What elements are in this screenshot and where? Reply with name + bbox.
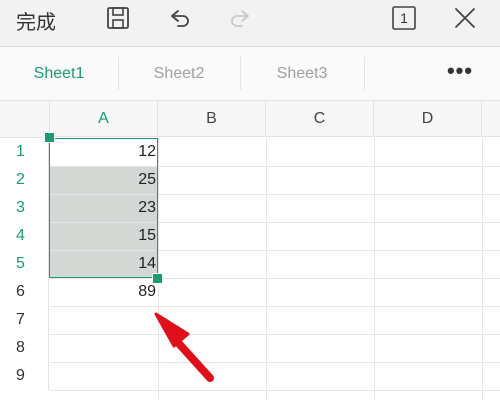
- row-header-8[interactable]: 8: [0, 334, 49, 362]
- row-header-7[interactable]: 7: [0, 306, 49, 334]
- row-divider: [50, 362, 500, 363]
- undo-icon[interactable]: [164, 3, 194, 33]
- redo-icon[interactable]: [226, 3, 256, 33]
- column-header-e[interactable]: [482, 101, 500, 137]
- close-icon[interactable]: [450, 3, 480, 33]
- column-header-a[interactable]: A: [50, 101, 158, 137]
- page-number: 1: [400, 10, 408, 26]
- row-header-4[interactable]: 4: [0, 222, 49, 250]
- row-header-1[interactable]: 1: [0, 138, 49, 166]
- cell-a6[interactable]: 89: [50, 278, 158, 306]
- selection-handle-bottom-right[interactable]: [152, 273, 163, 284]
- selection-border: [49, 138, 158, 278]
- row-divider: [50, 390, 500, 391]
- more-icon[interactable]: •••: [430, 57, 490, 90]
- column-divider: [266, 138, 267, 400]
- tab-sheet2[interactable]: Sheet2: [118, 57, 241, 90]
- row-header-6[interactable]: 6: [0, 278, 49, 306]
- row-divider: [50, 306, 500, 307]
- top-toolbar: 完成 1: [0, 0, 500, 47]
- row-header-2[interactable]: 2: [0, 166, 49, 194]
- row-header-9[interactable]: 9: [0, 362, 49, 390]
- select-all-corner[interactable]: [0, 101, 50, 138]
- tab-sheet1[interactable]: Sheet1: [0, 57, 119, 90]
- sheet-tabs: Sheet1 Sheet2 Sheet3 •••: [0, 47, 500, 101]
- column-divider: [482, 138, 483, 400]
- row-divider: [50, 334, 500, 335]
- row-header-3[interactable]: 3: [0, 194, 49, 222]
- tab-sheet3[interactable]: Sheet3: [240, 57, 365, 90]
- column-header-b[interactable]: B: [158, 101, 266, 137]
- column-header-d[interactable]: D: [374, 101, 482, 137]
- column-divider: [374, 138, 375, 400]
- save-icon[interactable]: [103, 3, 133, 33]
- done-button[interactable]: 完成: [16, 6, 56, 38]
- spreadsheet-grid: A B C D 1 2 3 4 5 6 7 8 9 12 25 23 15 14…: [0, 101, 500, 400]
- page-count-button[interactable]: 1: [389, 3, 419, 33]
- row-header-5[interactable]: 5: [0, 250, 49, 278]
- column-header-c[interactable]: C: [266, 101, 374, 137]
- red-arrow-annotation: [148, 296, 228, 386]
- selection-handle-top-left[interactable]: [44, 132, 55, 143]
